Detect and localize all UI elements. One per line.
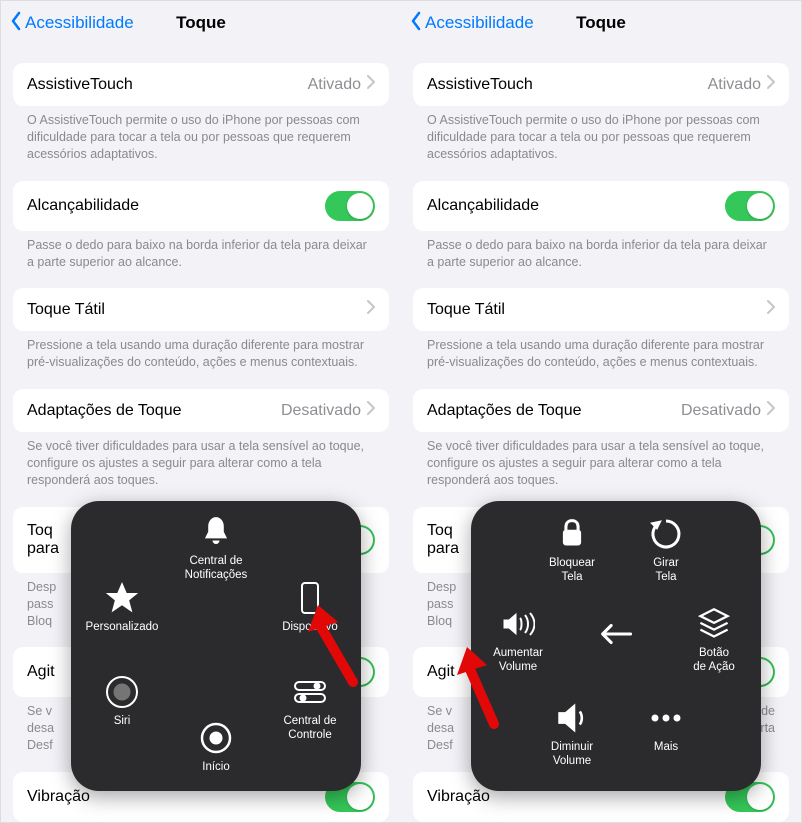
accommodations-footer: Se você tiver dificuldades para usar a t… — [13, 432, 389, 489]
toggle-on-icon[interactable] — [725, 191, 775, 221]
touch-accommodations-row[interactable]: Adaptações de Toque Desativado — [413, 389, 789, 432]
at-label: Girar Tela — [653, 557, 679, 585]
chevron-right-icon — [767, 401, 775, 420]
at-rotate-screen[interactable]: Girar Tela — [621, 515, 711, 585]
at-label: Bloquear Tela — [549, 557, 595, 585]
reachability-row[interactable]: Alcançabilidade — [413, 181, 789, 231]
at-label: Aumentar Volume — [493, 647, 543, 675]
at-lock-screen[interactable]: Bloquear Tela — [527, 515, 617, 585]
phone-icon — [291, 579, 329, 617]
at-notification-center[interactable]: Central de Notificações — [171, 513, 261, 583]
row-value: Ativado — [708, 76, 761, 94]
rotate-icon — [647, 515, 685, 553]
assistivetouch-device-menu[interactable]: Bloquear Tela Girar Tela Aumentar Volume — [471, 501, 761, 791]
at-label: Siri — [114, 715, 131, 729]
at-action-button[interactable]: Botão de Ação — [669, 605, 759, 675]
row-label: Alcançabilidade — [427, 197, 725, 215]
assistivetouch-row[interactable]: AssistiveTouch Ativado — [13, 63, 389, 106]
back-label: Acessibilidade — [25, 13, 134, 33]
at-control-center[interactable]: Central de Controle — [265, 673, 355, 743]
row-label: Adaptações de Toque — [427, 402, 582, 420]
chevron-left-icon — [409, 11, 423, 36]
at-device[interactable]: Dispositivo — [265, 579, 355, 635]
control-center-icon — [291, 673, 329, 711]
at-custom[interactable]: Personalizado — [77, 579, 167, 635]
row-value: Desativado — [681, 402, 761, 420]
row-label: Adaptações de Toque — [27, 402, 182, 420]
row-value: Ativado — [308, 76, 361, 94]
reachability-row[interactable]: Alcançabilidade — [13, 181, 389, 231]
at-volume-down[interactable]: Diminuir Volume — [527, 699, 617, 769]
reachability-footer: Passe o dedo para baixo na borda inferio… — [13, 231, 389, 271]
bell-icon — [197, 513, 235, 551]
at-label: Central de Controle — [283, 715, 336, 743]
siri-icon — [103, 673, 141, 711]
settings-pane-right: Acessibilidade Toque AssistiveTouch Ativ… — [401, 1, 801, 822]
row-label: Toque Tátil — [427, 301, 505, 319]
lock-icon — [553, 515, 591, 553]
haptic-touch-row[interactable]: Toque Tátil — [413, 288, 789, 331]
at-label: Início — [202, 761, 230, 775]
at-back[interactable] — [571, 615, 661, 653]
chevron-left-icon — [9, 11, 23, 36]
chevron-right-icon — [767, 300, 775, 319]
at-label: Mais — [654, 741, 678, 755]
arrow-left-icon — [597, 615, 635, 653]
home-icon — [197, 719, 235, 757]
toggle-on-icon[interactable] — [325, 191, 375, 221]
settings-pane-left: Acessibilidade Toque AssistiveTouch Ativ… — [1, 1, 401, 822]
chevron-right-icon — [367, 401, 375, 420]
at-label: Botão de Ação — [693, 647, 735, 675]
layers-icon — [695, 605, 733, 643]
reachability-footer: Passe o dedo para baixo na borda inferio… — [413, 231, 789, 271]
star-icon — [103, 579, 141, 617]
at-label: Dispositivo — [282, 621, 338, 635]
nav-bar: Acessibilidade Toque — [1, 1, 401, 45]
assistivetouch-row[interactable]: AssistiveTouch Ativado — [413, 63, 789, 106]
chevron-right-icon — [367, 300, 375, 319]
at-label: Diminuir Volume — [551, 741, 593, 769]
at-more[interactable]: Mais — [621, 699, 711, 755]
row-label: Toque Tátil — [27, 301, 105, 319]
assistivetouch-footer: O AssistiveTouch permite o uso do iPhone… — [13, 106, 389, 163]
at-label: Personalizado — [86, 621, 159, 635]
at-label: Central de Notificações — [185, 555, 248, 583]
back-button[interactable]: Acessibilidade — [9, 11, 134, 36]
row-value: Desativado — [281, 402, 361, 420]
haptic-touch-row[interactable]: Toque Tátil — [13, 288, 389, 331]
at-siri[interactable]: Siri — [77, 673, 167, 729]
more-icon — [647, 699, 685, 737]
back-button[interactable]: Acessibilidade — [409, 11, 534, 36]
chevron-right-icon — [367, 75, 375, 94]
accommodations-footer: Se você tiver dificuldades para usar a t… — [413, 432, 789, 489]
touch-accommodations-row[interactable]: Adaptações de Toque Desativado — [13, 389, 389, 432]
assistivetouch-menu[interactable]: Central de Notificações Personalizado Di… — [71, 501, 361, 791]
row-label: Alcançabilidade — [27, 197, 325, 215]
back-label: Acessibilidade — [425, 13, 534, 33]
nav-bar: Acessibilidade Toque — [401, 1, 801, 45]
assistivetouch-footer: O AssistiveTouch permite o uso do iPhone… — [413, 106, 789, 163]
haptic-footer: Pressione a tela usando uma duração dife… — [13, 331, 389, 371]
at-home[interactable]: Início — [171, 719, 261, 775]
haptic-footer: Pressione a tela usando uma duração dife… — [413, 331, 789, 371]
row-label: AssistiveTouch — [27, 76, 133, 94]
volume-down-icon — [553, 699, 591, 737]
at-volume-up[interactable]: Aumentar Volume — [473, 605, 563, 675]
row-label: AssistiveTouch — [427, 76, 533, 94]
volume-up-icon — [499, 605, 537, 643]
chevron-right-icon — [767, 75, 775, 94]
